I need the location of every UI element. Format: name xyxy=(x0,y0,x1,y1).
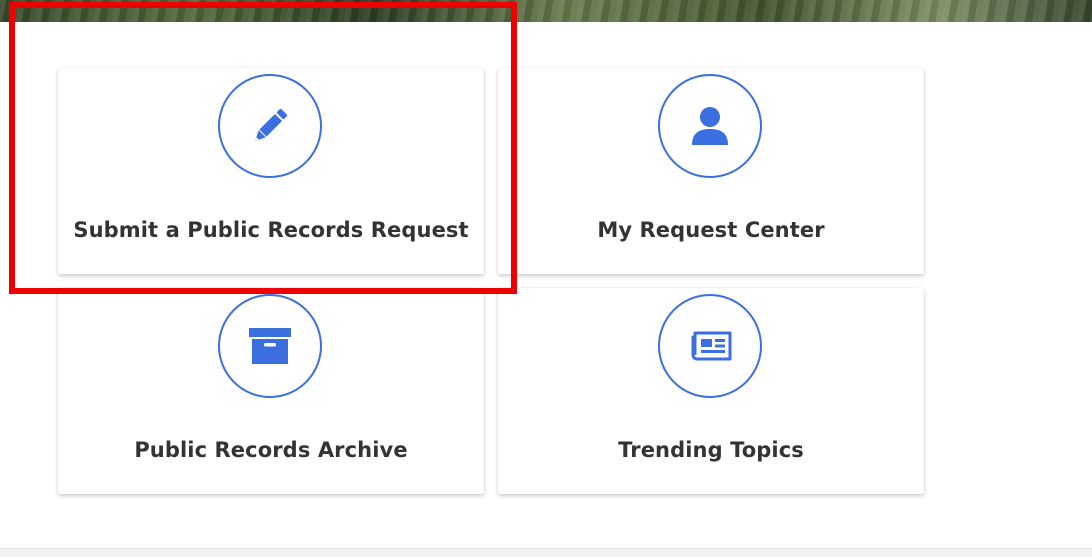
submit-request-label: Submit a Public Records Request xyxy=(73,218,469,242)
public-records-archive-label: Public Records Archive xyxy=(134,438,408,462)
header-banner-image xyxy=(0,0,1092,22)
pencil-icon xyxy=(218,74,322,178)
trending-topics-tile[interactable]: Trending Topics xyxy=(498,288,924,494)
archive-box-icon xyxy=(218,294,322,398)
my-request-center-tile[interactable]: My Request Center xyxy=(498,68,924,274)
public-records-archive-tile[interactable]: Public Records Archive xyxy=(58,288,484,494)
trending-topics-label: Trending Topics xyxy=(618,438,804,462)
user-icon xyxy=(658,74,762,178)
submit-request-tile[interactable]: Submit a Public Records Request xyxy=(58,68,484,274)
newspaper-icon xyxy=(658,294,762,398)
my-request-center-label: My Request Center xyxy=(597,218,825,242)
